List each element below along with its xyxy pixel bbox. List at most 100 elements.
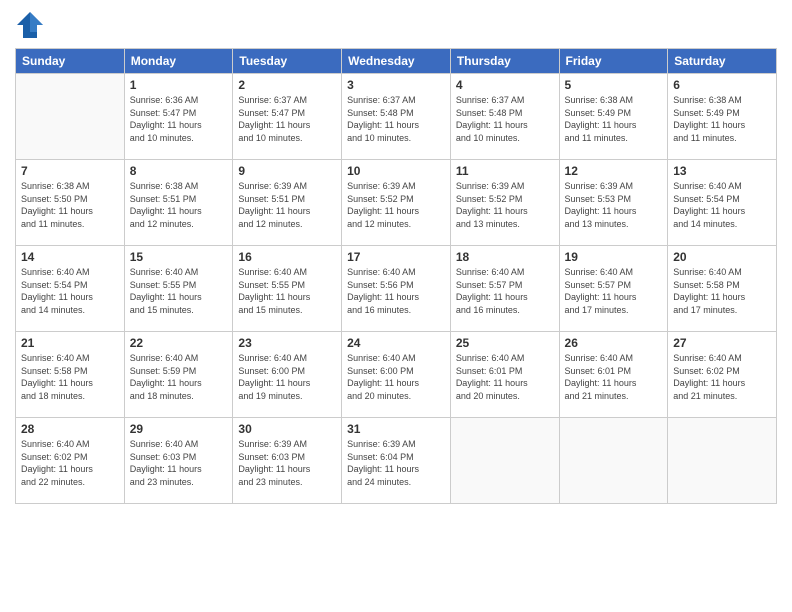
calendar-cell: 19 Sunrise: 6:40 AM Sunset: 5:57 PM Dayli…: [559, 246, 668, 332]
day-number: 1: [130, 78, 228, 92]
day-number: 29: [130, 422, 228, 436]
day-number: 14: [21, 250, 119, 264]
day-number: 10: [347, 164, 445, 178]
calendar-cell: 30Sunrise: 6:39 AM Sunset: 6:03 PM Dayli…: [233, 418, 342, 504]
day-number: 15: [130, 250, 228, 264]
page-container: SundayMondayTuesdayWednesdayThursdayFrid…: [0, 0, 792, 612]
day-info: Sunrise: 6:37 AM Sunset: 5:48 PM Dayligh…: [347, 94, 445, 144]
calendar-cell: 13Sunrise: 6:40 AM Sunset: 5:54 PM Dayli…: [668, 160, 777, 246]
calendar-cell: 24 Sunrise: 6:40 AM Sunset: 6:00 PM Dayli…: [342, 332, 451, 418]
calendar-cell: 31 Sunrise: 6:39 AM Sunset: 6:04 PM Dayli…: [342, 418, 451, 504]
day-number: 20: [673, 250, 771, 264]
day-header-friday: Friday: [559, 49, 668, 74]
day-number: 24: [347, 336, 445, 350]
day-number: 22: [130, 336, 228, 350]
calendar-cell: [450, 418, 559, 504]
day-info: Sunrise: 6:39 AM Sunset: 5:51 PM Dayligh…: [238, 180, 336, 230]
calendar-cell: 10 Sunrise: 6:39 AM Sunset: 5:52 PM Dayli…: [342, 160, 451, 246]
calendar-cell: 4 Sunrise: 6:37 AM Sunset: 5:48 PM Daylig…: [450, 74, 559, 160]
day-info: Sunrise: 6:39 AM Sunset: 6:04 PM Dayligh…: [347, 438, 445, 488]
calendar-week-row: 21 Sunrise: 6:40 AM Sunset: 5:58 PM Dayli…: [16, 332, 777, 418]
calendar-cell: 22 Sunrise: 6:40 AM Sunset: 5:59 PM Dayli…: [124, 332, 233, 418]
day-info: Sunrise: 6:40 AM Sunset: 6:03 PM Dayligh…: [130, 438, 228, 488]
day-number: 11: [456, 164, 554, 178]
day-info: Sunrise: 6:40 AM Sunset: 5:59 PM Dayligh…: [130, 352, 228, 402]
calendar-cell: 17 Sunrise: 6:40 AM Sunset: 5:56 PM Dayli…: [342, 246, 451, 332]
day-info: Sunrise: 6:40 AM Sunset: 5:58 PM Dayligh…: [21, 352, 119, 402]
day-info: Sunrise: 6:38 AM Sunset: 5:49 PM Dayligh…: [565, 94, 663, 144]
calendar-cell: 1 Sunrise: 6:36 AM Sunset: 5:47 PM Daylig…: [124, 74, 233, 160]
calendar-cell: [16, 74, 125, 160]
day-info: Sunrise: 6:37 AM Sunset: 5:47 PM Dayligh…: [238, 94, 336, 144]
day-number: 13: [673, 164, 771, 178]
day-header-saturday: Saturday: [668, 49, 777, 74]
day-number: 9: [238, 164, 336, 178]
calendar-cell: 5 Sunrise: 6:38 AM Sunset: 5:49 PM Daylig…: [559, 74, 668, 160]
calendar-cell: 28Sunrise: 6:40 AM Sunset: 6:02 PM Dayli…: [16, 418, 125, 504]
calendar-cell: 14 Sunrise: 6:40 AM Sunset: 5:54 PM Dayli…: [16, 246, 125, 332]
calendar-week-row: 28Sunrise: 6:40 AM Sunset: 6:02 PM Dayli…: [16, 418, 777, 504]
day-header-tuesday: Tuesday: [233, 49, 342, 74]
day-number: 28: [21, 422, 119, 436]
calendar-table: SundayMondayTuesdayWednesdayThursdayFrid…: [15, 48, 777, 504]
calendar-cell: 25 Sunrise: 6:40 AM Sunset: 6:01 PM Dayli…: [450, 332, 559, 418]
day-number: 26: [565, 336, 663, 350]
calendar-week-row: 14 Sunrise: 6:40 AM Sunset: 5:54 PM Dayli…: [16, 246, 777, 332]
day-number: 18: [456, 250, 554, 264]
calendar-cell: 12 Sunrise: 6:39 AM Sunset: 5:53 PM Dayli…: [559, 160, 668, 246]
day-info: Sunrise: 6:40 AM Sunset: 6:00 PM Dayligh…: [347, 352, 445, 402]
day-info: Sunrise: 6:40 AM Sunset: 5:54 PM Dayligh…: [21, 266, 119, 316]
calendar-cell: 8 Sunrise: 6:38 AM Sunset: 5:51 PM Daylig…: [124, 160, 233, 246]
calendar-cell: 26Sunrise: 6:40 AM Sunset: 6:01 PM Dayli…: [559, 332, 668, 418]
calendar-week-row: 1 Sunrise: 6:36 AM Sunset: 5:47 PM Daylig…: [16, 74, 777, 160]
calendar-cell: 29 Sunrise: 6:40 AM Sunset: 6:03 PM Dayli…: [124, 418, 233, 504]
day-info: Sunrise: 6:40 AM Sunset: 5:56 PM Dayligh…: [347, 266, 445, 316]
calendar-cell: 23 Sunrise: 6:40 AM Sunset: 6:00 PM Dayli…: [233, 332, 342, 418]
day-header-sunday: Sunday: [16, 49, 125, 74]
logo-icon: [15, 10, 45, 40]
day-info: Sunrise: 6:39 AM Sunset: 5:52 PM Dayligh…: [347, 180, 445, 230]
calendar-cell: 6Sunrise: 6:38 AM Sunset: 5:49 PM Daylig…: [668, 74, 777, 160]
day-info: Sunrise: 6:40 AM Sunset: 5:55 PM Dayligh…: [130, 266, 228, 316]
calendar-cell: 15 Sunrise: 6:40 AM Sunset: 5:55 PM Dayli…: [124, 246, 233, 332]
day-number: 8: [130, 164, 228, 178]
day-number: 4: [456, 78, 554, 92]
day-number: 21: [21, 336, 119, 350]
logo: [15, 10, 49, 40]
day-number: 5: [565, 78, 663, 92]
calendar-cell: 20Sunrise: 6:40 AM Sunset: 5:58 PM Dayli…: [668, 246, 777, 332]
calendar-cell: 11 Sunrise: 6:39 AM Sunset: 5:52 PM Dayli…: [450, 160, 559, 246]
day-number: 31: [347, 422, 445, 436]
day-header-wednesday: Wednesday: [342, 49, 451, 74]
day-number: 30: [238, 422, 336, 436]
day-number: 7: [21, 164, 119, 178]
day-number: 17: [347, 250, 445, 264]
day-number: 12: [565, 164, 663, 178]
day-number: 19: [565, 250, 663, 264]
calendar-cell: 18Sunrise: 6:40 AM Sunset: 5:57 PM Dayli…: [450, 246, 559, 332]
calendar-cell: 2 Sunrise: 6:37 AM Sunset: 5:47 PM Daylig…: [233, 74, 342, 160]
day-info: Sunrise: 6:37 AM Sunset: 5:48 PM Dayligh…: [456, 94, 554, 144]
day-info: Sunrise: 6:38 AM Sunset: 5:51 PM Dayligh…: [130, 180, 228, 230]
header: [15, 10, 777, 40]
calendar-cell: [559, 418, 668, 504]
day-info: Sunrise: 6:39 AM Sunset: 5:53 PM Dayligh…: [565, 180, 663, 230]
day-info: Sunrise: 6:40 AM Sunset: 5:57 PM Dayligh…: [565, 266, 663, 316]
day-info: Sunrise: 6:40 AM Sunset: 6:00 PM Dayligh…: [238, 352, 336, 402]
day-info: Sunrise: 6:36 AM Sunset: 5:47 PM Dayligh…: [130, 94, 228, 144]
day-number: 2: [238, 78, 336, 92]
day-info: Sunrise: 6:40 AM Sunset: 6:01 PM Dayligh…: [456, 352, 554, 402]
day-number: 25: [456, 336, 554, 350]
calendar-cell: 7Sunrise: 6:38 AM Sunset: 5:50 PM Daylig…: [16, 160, 125, 246]
day-number: 3: [347, 78, 445, 92]
day-info: Sunrise: 6:40 AM Sunset: 6:02 PM Dayligh…: [673, 352, 771, 402]
calendar-week-row: 7Sunrise: 6:38 AM Sunset: 5:50 PM Daylig…: [16, 160, 777, 246]
day-info: Sunrise: 6:39 AM Sunset: 5:52 PM Dayligh…: [456, 180, 554, 230]
day-number: 23: [238, 336, 336, 350]
calendar-cell: 3 Sunrise: 6:37 AM Sunset: 5:48 PM Daylig…: [342, 74, 451, 160]
calendar-cell: 9 Sunrise: 6:39 AM Sunset: 5:51 PM Daylig…: [233, 160, 342, 246]
day-info: Sunrise: 6:40 AM Sunset: 5:55 PM Dayligh…: [238, 266, 336, 316]
day-number: 6: [673, 78, 771, 92]
calendar-cell: 16Sunrise: 6:40 AM Sunset: 5:55 PM Dayli…: [233, 246, 342, 332]
calendar-header-row: SundayMondayTuesdayWednesdayThursdayFrid…: [16, 49, 777, 74]
